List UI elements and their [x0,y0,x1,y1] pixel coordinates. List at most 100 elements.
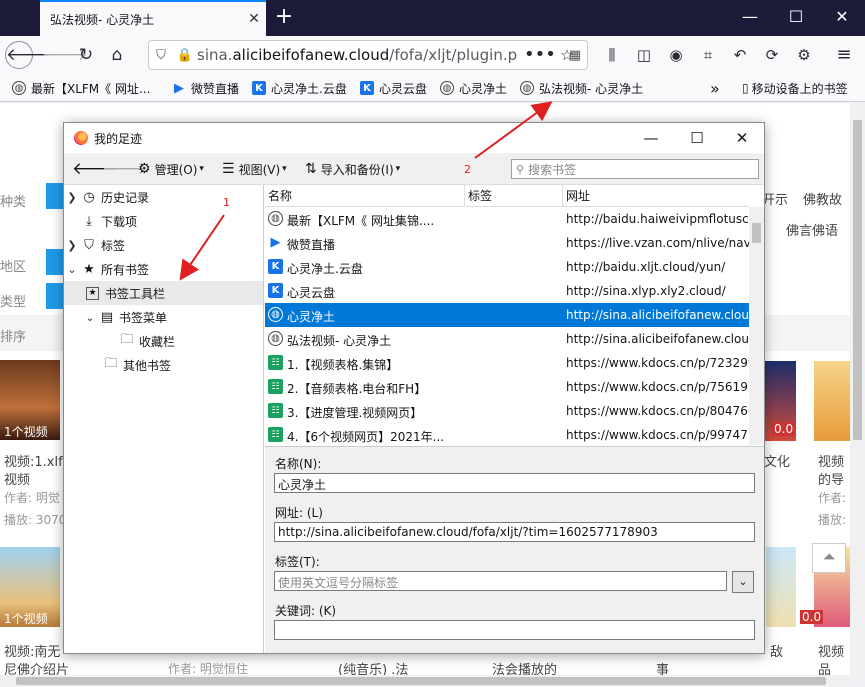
tree-all-bookmarks[interactable]: ⌄ ★ 所有书签 [64,257,263,281]
video-title[interactable]: 文化 [764,451,790,470]
home-button[interactable]: ⌂ [103,41,131,69]
video-title[interactable]: (纯音乐) .法 [338,659,408,675]
undo-icon[interactable]: ↶ [726,41,754,69]
sidebar-icon[interactable]: ◫ [630,41,658,69]
extensions-icon[interactable]: ⚙ [790,41,818,69]
table-row-selected[interactable]: ◍ 心灵净土 http://sina.alicibeifofanew.cloud [265,303,749,327]
import-backup-menu[interactable]: ⇅ 导入和备份(I) ▾ [305,160,400,178]
video-title[interactable]: 视频:1.xlf [4,451,63,470]
k-icon: K [252,81,266,95]
maximize-icon[interactable]: ☐ [773,0,819,36]
k-icon: K [268,283,283,298]
lock-slash-icon[interactable]: 🔒 [173,48,197,63]
table-row[interactable]: ☷ 4.【6个视频网页】2021年... https://www.kdocs.cn/… [265,423,749,445]
views-menu[interactable]: ☰ 视图(V) ▾ [222,160,287,178]
library-minimize-icon[interactable]: — [628,123,674,153]
tree-bookmarks-menu[interactable]: ⌄ ▤ 书签菜单 [64,305,263,329]
url-bar[interactable]: ⛉ 🔒 sina.alicibeifofanew.cloud/fofa/xljt… [148,40,588,70]
shield-icon[interactable]: ⛉ [149,48,173,63]
video-title[interactable]: 视频 [818,641,844,660]
library-close-icon[interactable]: ✕ [719,123,765,153]
tags-field[interactable]: 使用英文逗号分隔标签 [274,571,727,591]
page-actions-icon[interactable]: ••• [524,41,556,69]
url-text[interactable]: sina.alicibeifofanew.cloud/fofa/xljt/plu… [197,46,563,64]
table-row[interactable]: ☷ 1.【视频表格.集锦】 https://www.kdocs.cn/p/72329… [265,351,749,375]
tag-link[interactable]: 佛言佛语 [786,220,838,239]
video-title[interactable]: 敌 [770,641,783,660]
column-tags[interactable]: 标签 [465,185,563,207]
tree-tags[interactable]: ❯ ⛉ 标签 [64,233,263,257]
bookmark-item[interactable]: ◍ 弘法视频- 心灵净土 [520,79,643,97]
bookmark-item[interactable]: K 心灵净土.云盘 [252,79,347,97]
chevron-down-icon[interactable]: ⌄ [64,263,80,276]
tree-other-bookmarks[interactable]: 🗀 其他书签 [64,353,263,377]
video-title[interactable]: 法会播放的 [492,659,557,675]
video-title[interactable]: 的导 [818,469,844,488]
page-scrollbar-thumb[interactable] [853,120,862,440]
back-button[interactable]: 🡐 [5,41,52,69]
video-thumbnail[interactable] [814,361,850,441]
keyword-field[interactable] [274,620,755,640]
tree-bookmarks-toolbar[interactable]: ★ 书签工具栏 [64,281,263,305]
tag-link[interactable]: 佛教故 [803,189,842,208]
account-icon[interactable]: ◉ [662,41,690,69]
table-row[interactable]: ▶ 微赞直播 https://live.vzan.com/nlive/nav... [265,231,750,255]
bookmark-item[interactable]: K 心灵云盘 [360,79,427,97]
table-row[interactable]: ◍ 弘法视频- 心灵净土 http://sina.alicibeifofanew.c… [265,327,749,351]
chevron-right-icon[interactable]: ❯ [64,239,80,252]
library-maximize-icon[interactable]: ☐ [674,123,720,153]
url-label: 网址: (L) [275,506,323,520]
video-title[interactable]: 尼佛介绍片 [4,659,69,675]
table-row[interactable]: ☷ 2.【音频表格.电台和FH】 https://www.kdocs.cn/p/75… [265,375,749,399]
filter-category-label: 种类 [0,195,27,210]
video-title[interactable]: 事 [656,659,669,675]
mobile-bookmarks[interactable]: ▯ 移动设备上的书签 [742,79,848,97]
video-thumbnail[interactable] [766,547,796,627]
tree-favorites-folder[interactable]: 🗀 收藏栏 [64,329,263,353]
folder-icon: 🗀 [104,356,118,371]
table-row[interactable]: K 心灵云盘 http://sina.xlyp.xly2.cloud/ [265,279,749,303]
new-tab-button[interactable]: + [270,4,298,32]
column-url[interactable]: 网址 [563,185,749,207]
column-name[interactable]: 名称 [265,185,465,207]
bookmark-item[interactable]: ◍ 心灵净土 [440,79,507,97]
list-scrollbar-thumb[interactable] [752,223,761,243]
spreadsheet-icon: ☷ [268,403,283,418]
bookmark-item[interactable]: ▶ 微赞直播 [172,79,239,97]
table-row[interactable]: K 心灵净土.云盘 http://baidu.xljt.cloud/yun/ [265,255,749,279]
library-icon[interactable]: ⫼ [598,41,626,69]
tags-dropdown-button[interactable]: ⌄ [732,571,754,593]
video-title[interactable]: 视频:南无 [4,641,60,660]
library-title: 我的足迹 [94,131,143,146]
bookmark-star-icon[interactable]: ☆ [553,41,581,69]
crop-icon[interactable]: ⌗ [694,41,722,69]
window-close-icon[interactable]: ✕ [819,0,865,36]
tree-history[interactable]: ❯ ◷ 历史记录 [64,185,263,209]
back-to-top-button[interactable]: ⏶ [812,543,846,573]
bookmark-search-input[interactable]: ⚲ 搜索书签 [511,159,759,179]
minimize-icon[interactable]: — [727,0,773,36]
forward-button[interactable]: 🡒 [42,41,88,69]
url-field[interactable]: http://sina.alicibeifofanew.cloud/fofa/x… [274,522,755,542]
manage-menu[interactable]: ⚙ 管理(O) ▾ [138,160,204,178]
k-icon: K [360,81,374,95]
tab-active[interactable]: 弘法视频- 心灵净土 ✕ [40,0,266,36]
tab-close-icon[interactable]: ✕ [242,11,266,27]
tag-link[interactable]: 开示 [762,189,788,208]
name-field[interactable]: 心灵净土 [274,473,755,493]
spreadsheet-icon: ☷ [268,379,283,394]
reload-button[interactable]: ↻ [72,41,100,69]
video-title[interactable]: 视频 [818,451,844,470]
chevron-down-icon[interactable]: ⌄ [82,311,98,324]
bookmarks-overflow-button[interactable]: » [710,79,720,98]
tree-downloads[interactable]: ⤓ 下载项 [64,209,263,233]
page-hscrollbar-thumb[interactable] [16,677,826,685]
video-title[interactable]: 视频 [4,469,30,488]
chevron-right-icon[interactable]: ❯ [64,191,80,204]
table-row[interactable]: ☷ 3.【进度管理.视频网页】 https://www.kdocs.cn/p/804… [265,399,749,423]
table-row[interactable]: ◍ 最新【XLFM《 网址集锦.... http://baidu.haiweivip… [265,207,749,231]
video-title[interactable]: 品 [818,659,831,675]
bookmark-item[interactable]: ◍ 最新【XLFM《 网址... [12,79,150,97]
sync-icon[interactable]: ⟳ [758,41,786,69]
menu-icon[interactable]: ≡ [830,41,858,69]
